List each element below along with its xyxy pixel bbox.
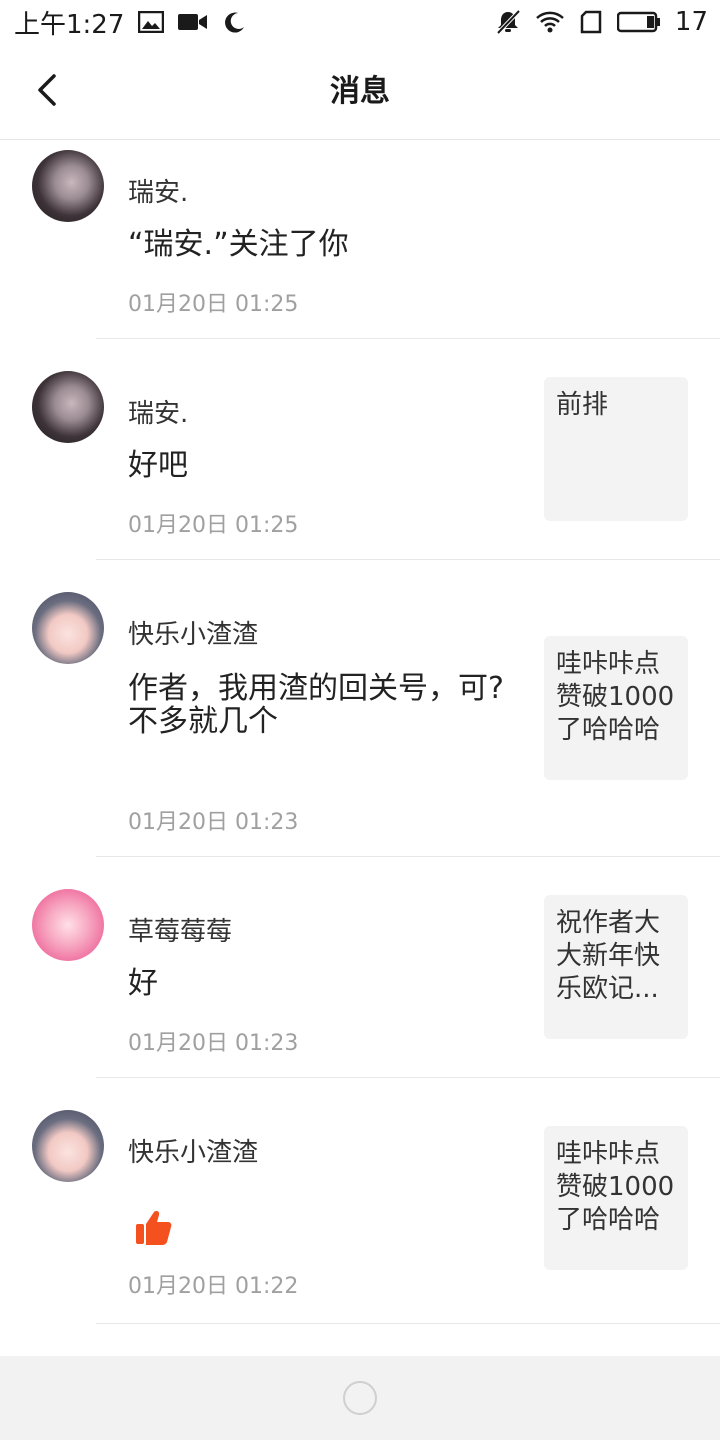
message-item[interactable]: 草莓莓莓 好 01月20日 01:23 祝作者大大新年快乐欧记... <box>0 857 720 1078</box>
message-time: 01月20日 01:23 <box>128 1031 299 1056</box>
image-icon <box>138 11 165 33</box>
status-time: 上午1:27 <box>14 9 125 40</box>
moon-icon <box>222 10 246 34</box>
message-time: 01月20日 01:25 <box>128 292 299 317</box>
post-thumbnail[interactable]: 哇咔咔点赞破1000了哈哈哈 <box>544 636 688 780</box>
post-thumbnail[interactable]: 哇咔咔点赞破1000了哈哈哈 <box>544 1126 688 1270</box>
page-title: 消息 <box>330 74 390 109</box>
user-name[interactable]: 瑞安. <box>128 172 188 209</box>
post-thumbnail[interactable]: 祝作者大大新年快乐欧记... <box>544 895 688 1039</box>
message-content: “瑞安.”关注了你 <box>128 227 349 262</box>
post-thumbnail[interactable]: 前排 <box>544 377 688 521</box>
home-button[interactable] <box>343 1381 377 1415</box>
message-time: 01月20日 01:23 <box>128 810 299 835</box>
message-time: 01月20日 01:22 <box>128 1274 299 1299</box>
nav-bar: 消息 <box>0 44 720 140</box>
battery-icon <box>616 11 661 33</box>
wifi-icon <box>535 10 565 34</box>
message-content: 好 <box>128 966 158 1001</box>
user-name[interactable]: 快乐小渣渣 <box>128 614 258 651</box>
message-content: 好吧 <box>128 448 188 483</box>
chevron-left-icon <box>34 72 62 112</box>
message-content: 作者，我用渣的回关号，可? 不多就几个 <box>128 671 504 739</box>
avatar[interactable] <box>32 150 104 222</box>
system-nav-bar <box>0 1356 720 1440</box>
mute-icon <box>495 9 521 35</box>
avatar[interactable] <box>32 592 104 664</box>
user-name[interactable]: 瑞安. <box>128 393 188 430</box>
message-item[interactable]: 瑞安. “瑞安.”关注了你 01月20日 01:25 <box>0 140 720 339</box>
avatar[interactable] <box>32 1110 104 1182</box>
avatar[interactable] <box>32 889 104 961</box>
video-icon <box>178 12 208 32</box>
message-item[interactable]: 快乐小渣渣 01月20日 01:22 哇咔咔点赞破1000了哈哈哈 <box>0 1078 720 1324</box>
avatar[interactable] <box>32 371 104 443</box>
thumbs-up-icon <box>134 1208 174 1252</box>
message-item[interactable]: 瑞安. 好吧 01月20日 01:25 前排 <box>0 339 720 560</box>
back-button[interactable] <box>24 68 72 116</box>
status-bar: 上午1:27 17 <box>0 0 720 44</box>
message-item[interactable]: 快乐小渣渣 作者，我用渣的回关号，可? 不多就几个 01月20日 01:23 哇… <box>0 560 720 857</box>
user-name[interactable]: 草莓莓莓 <box>128 911 232 948</box>
message-list: 瑞安. “瑞安.”关注了你 01月20日 01:25 瑞安. 好吧 01月20日… <box>0 140 720 1324</box>
message-time: 01月20日 01:25 <box>128 513 299 538</box>
user-name[interactable]: 快乐小渣渣 <box>128 1132 258 1169</box>
battery-level: 17 <box>674 7 708 37</box>
sim-icon <box>579 10 603 34</box>
